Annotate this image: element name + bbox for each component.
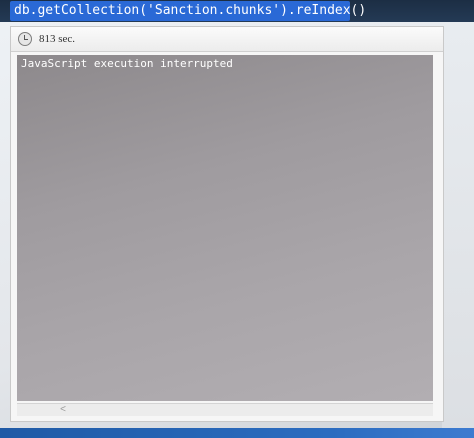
scroll-left-arrow-icon[interactable]: < bbox=[57, 404, 69, 416]
taskbar-strip bbox=[0, 428, 474, 438]
output-message: JavaScript execution interrupted bbox=[21, 57, 233, 70]
mongo-shell-window: db.getCollection('Sanction.chunks').reIn… bbox=[0, 0, 474, 438]
execution-time-row: 813 sec. bbox=[11, 27, 443, 52]
horizontal-scrollbar[interactable]: < bbox=[17, 403, 433, 416]
query-editor[interactable]: db.getCollection('Sanction.chunks').reIn… bbox=[0, 0, 474, 22]
query-text[interactable]: db.getCollection('Sanction.chunks').reIn… bbox=[14, 2, 366, 19]
execution-time: 813 sec. bbox=[39, 33, 76, 45]
window-edge bbox=[442, 22, 474, 428]
output-area[interactable]: JavaScript execution interrupted bbox=[17, 55, 433, 401]
clock-icon bbox=[18, 32, 32, 46]
result-panel: 813 sec. JavaScript execution interrupte… bbox=[10, 26, 444, 422]
